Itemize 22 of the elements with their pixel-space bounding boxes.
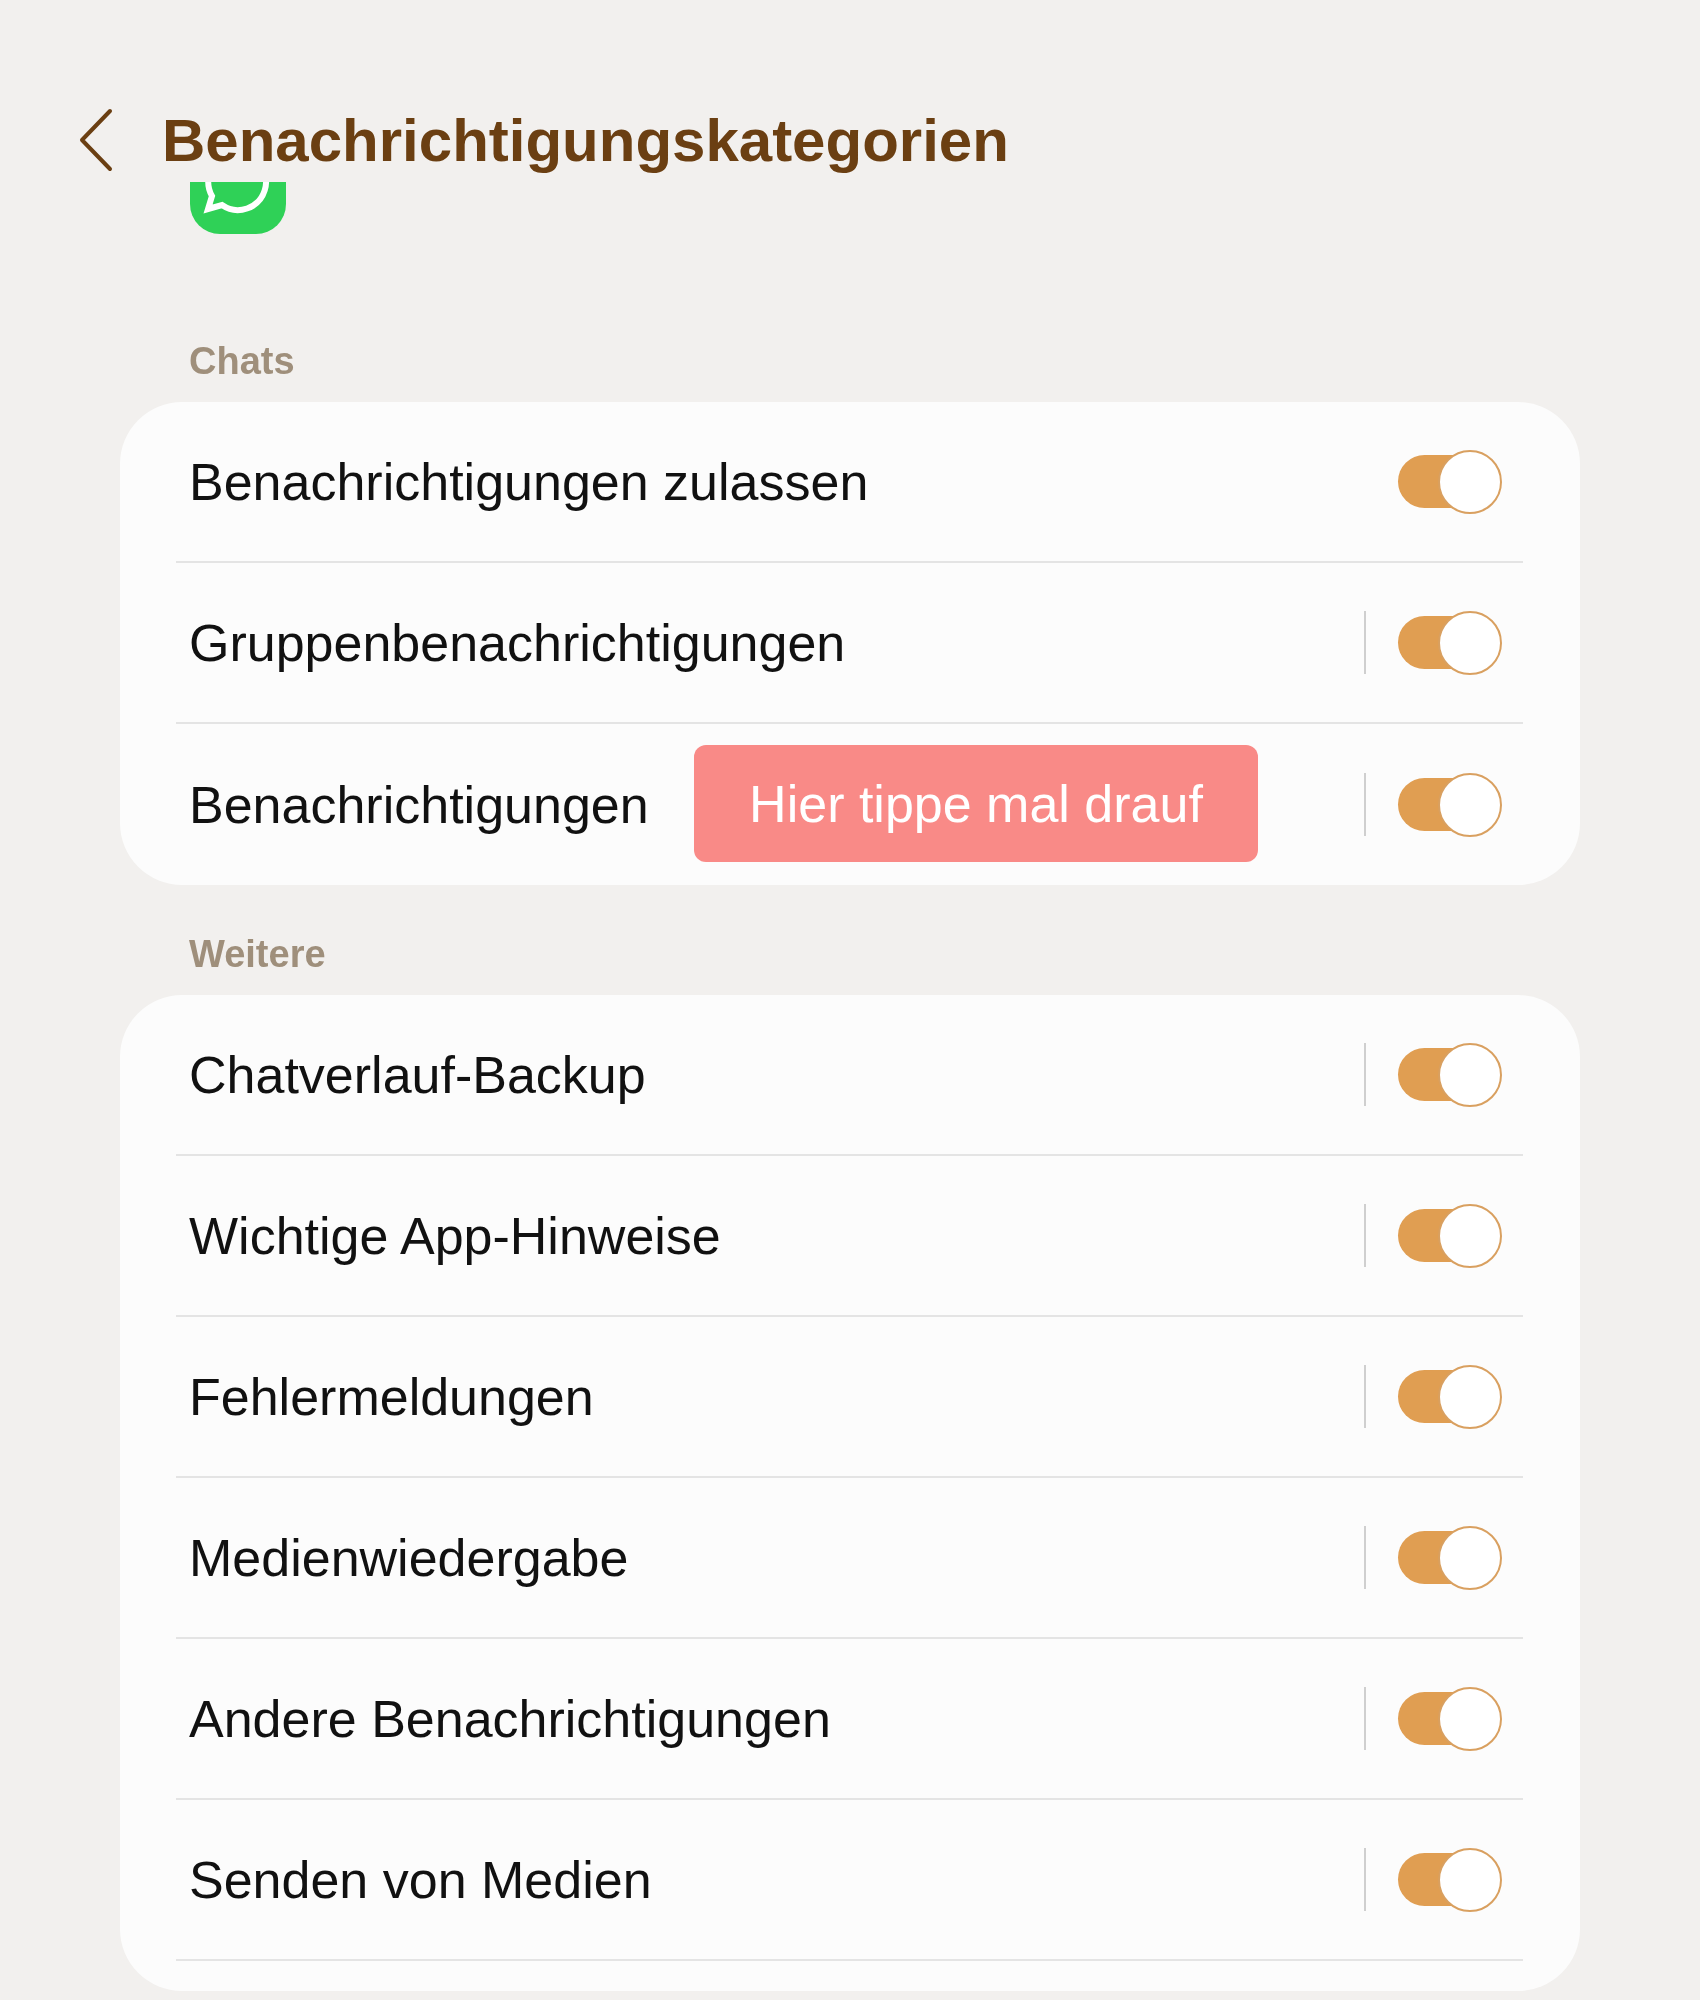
toggle-switch[interactable] xyxy=(1398,1686,1502,1751)
setting-label[interactable]: Gruppenbenachrichtigungen xyxy=(189,612,846,673)
section-header: Chats xyxy=(189,338,296,384)
setting-label[interactable]: Andere Benachrichtigungen xyxy=(189,1688,831,1749)
setting-label[interactable]: Senden von Medien xyxy=(189,1849,652,1910)
toggle-switch[interactable] xyxy=(1398,772,1502,837)
setting-label[interactable]: Chatverlauf-Backup xyxy=(189,1044,646,1105)
hint-tooltip: Hier tippe mal drauf xyxy=(694,745,1258,862)
setting-label[interactable]: Benachrichtigungen zulassen xyxy=(189,451,869,512)
toggle-switch[interactable] xyxy=(1398,1203,1502,1268)
page-title: Benachrichtigungskategorien xyxy=(162,105,1009,175)
section-header: Weitere xyxy=(189,931,327,977)
setting-label[interactable]: Benachrichtigungen xyxy=(189,774,649,835)
toggle-switch[interactable] xyxy=(1398,449,1502,514)
setting-label[interactable]: Medienwiedergabe xyxy=(189,1527,629,1588)
toggle-switch[interactable] xyxy=(1398,610,1502,675)
toggle-switch[interactable] xyxy=(1398,1364,1502,1429)
toggle-switch[interactable] xyxy=(1398,1525,1502,1590)
setting-label[interactable]: Fehlermeldungen xyxy=(189,1366,594,1427)
toggle-switch[interactable] xyxy=(1398,1847,1502,1912)
setting-label[interactable]: Wichtige App-Hinweise xyxy=(189,1205,721,1266)
toggle-switch[interactable] xyxy=(1398,1042,1502,1107)
